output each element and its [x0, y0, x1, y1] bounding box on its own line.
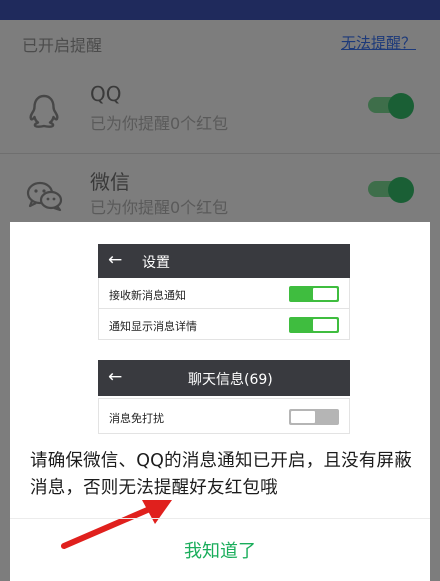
chat-info-title: 聊天信息(69) — [188, 372, 273, 388]
dialog-footer: 我知道了 — [10, 518, 430, 581]
settings-row: 消息免打扰 — [98, 398, 350, 434]
back-arrow-icon: ← — [108, 367, 123, 387]
chat-info-screenshot: ← 聊天信息(69) 消息免打扰 — [98, 360, 350, 434]
notification-tip-dialog: ← 设置 接收新消息通知 通知显示消息详情 ← 聊天信息(69) 消息免打扰 请… — [10, 222, 430, 581]
app-status: 已为你提醒0个红包 — [90, 198, 229, 217]
got-it-button[interactable]: 我知道了 — [10, 537, 430, 563]
wechat-icon — [26, 181, 63, 212]
settings-title: 设置 — [142, 255, 170, 271]
setting-label: 通知显示消息详情 — [109, 320, 197, 333]
back-arrow-icon: ← — [108, 250, 123, 270]
setting-label: 消息免打扰 — [109, 412, 164, 425]
settings-row: 通知显示消息详情 — [98, 309, 350, 340]
switch-on — [289, 286, 339, 302]
app-status: 已为你提醒0个红包 — [90, 114, 229, 133]
settings-header: ← 设置 — [98, 244, 350, 278]
switch-on — [289, 317, 339, 333]
qq-toggle[interactable] — [368, 93, 414, 119]
section-title: 已开启提醒 — [22, 36, 103, 55]
settings-row: 接收新消息通知 — [98, 278, 350, 309]
app-row-qq[interactable]: QQ 已为你提醒0个红包 — [0, 70, 440, 154]
setting-label: 接收新消息通知 — [109, 289, 186, 302]
app-name: 微信 — [90, 170, 130, 194]
switch-off — [289, 409, 339, 425]
settings-screenshot: ← 设置 接收新消息通知 通知显示消息详情 — [98, 244, 350, 340]
top-bar — [0, 0, 440, 20]
app-name: QQ — [90, 82, 122, 106]
help-link[interactable]: 无法提醒？ — [341, 32, 416, 53]
qq-penguin-icon — [29, 94, 59, 128]
wechat-toggle[interactable] — [368, 177, 414, 203]
chat-info-header: ← 聊天信息(69) — [98, 360, 350, 396]
